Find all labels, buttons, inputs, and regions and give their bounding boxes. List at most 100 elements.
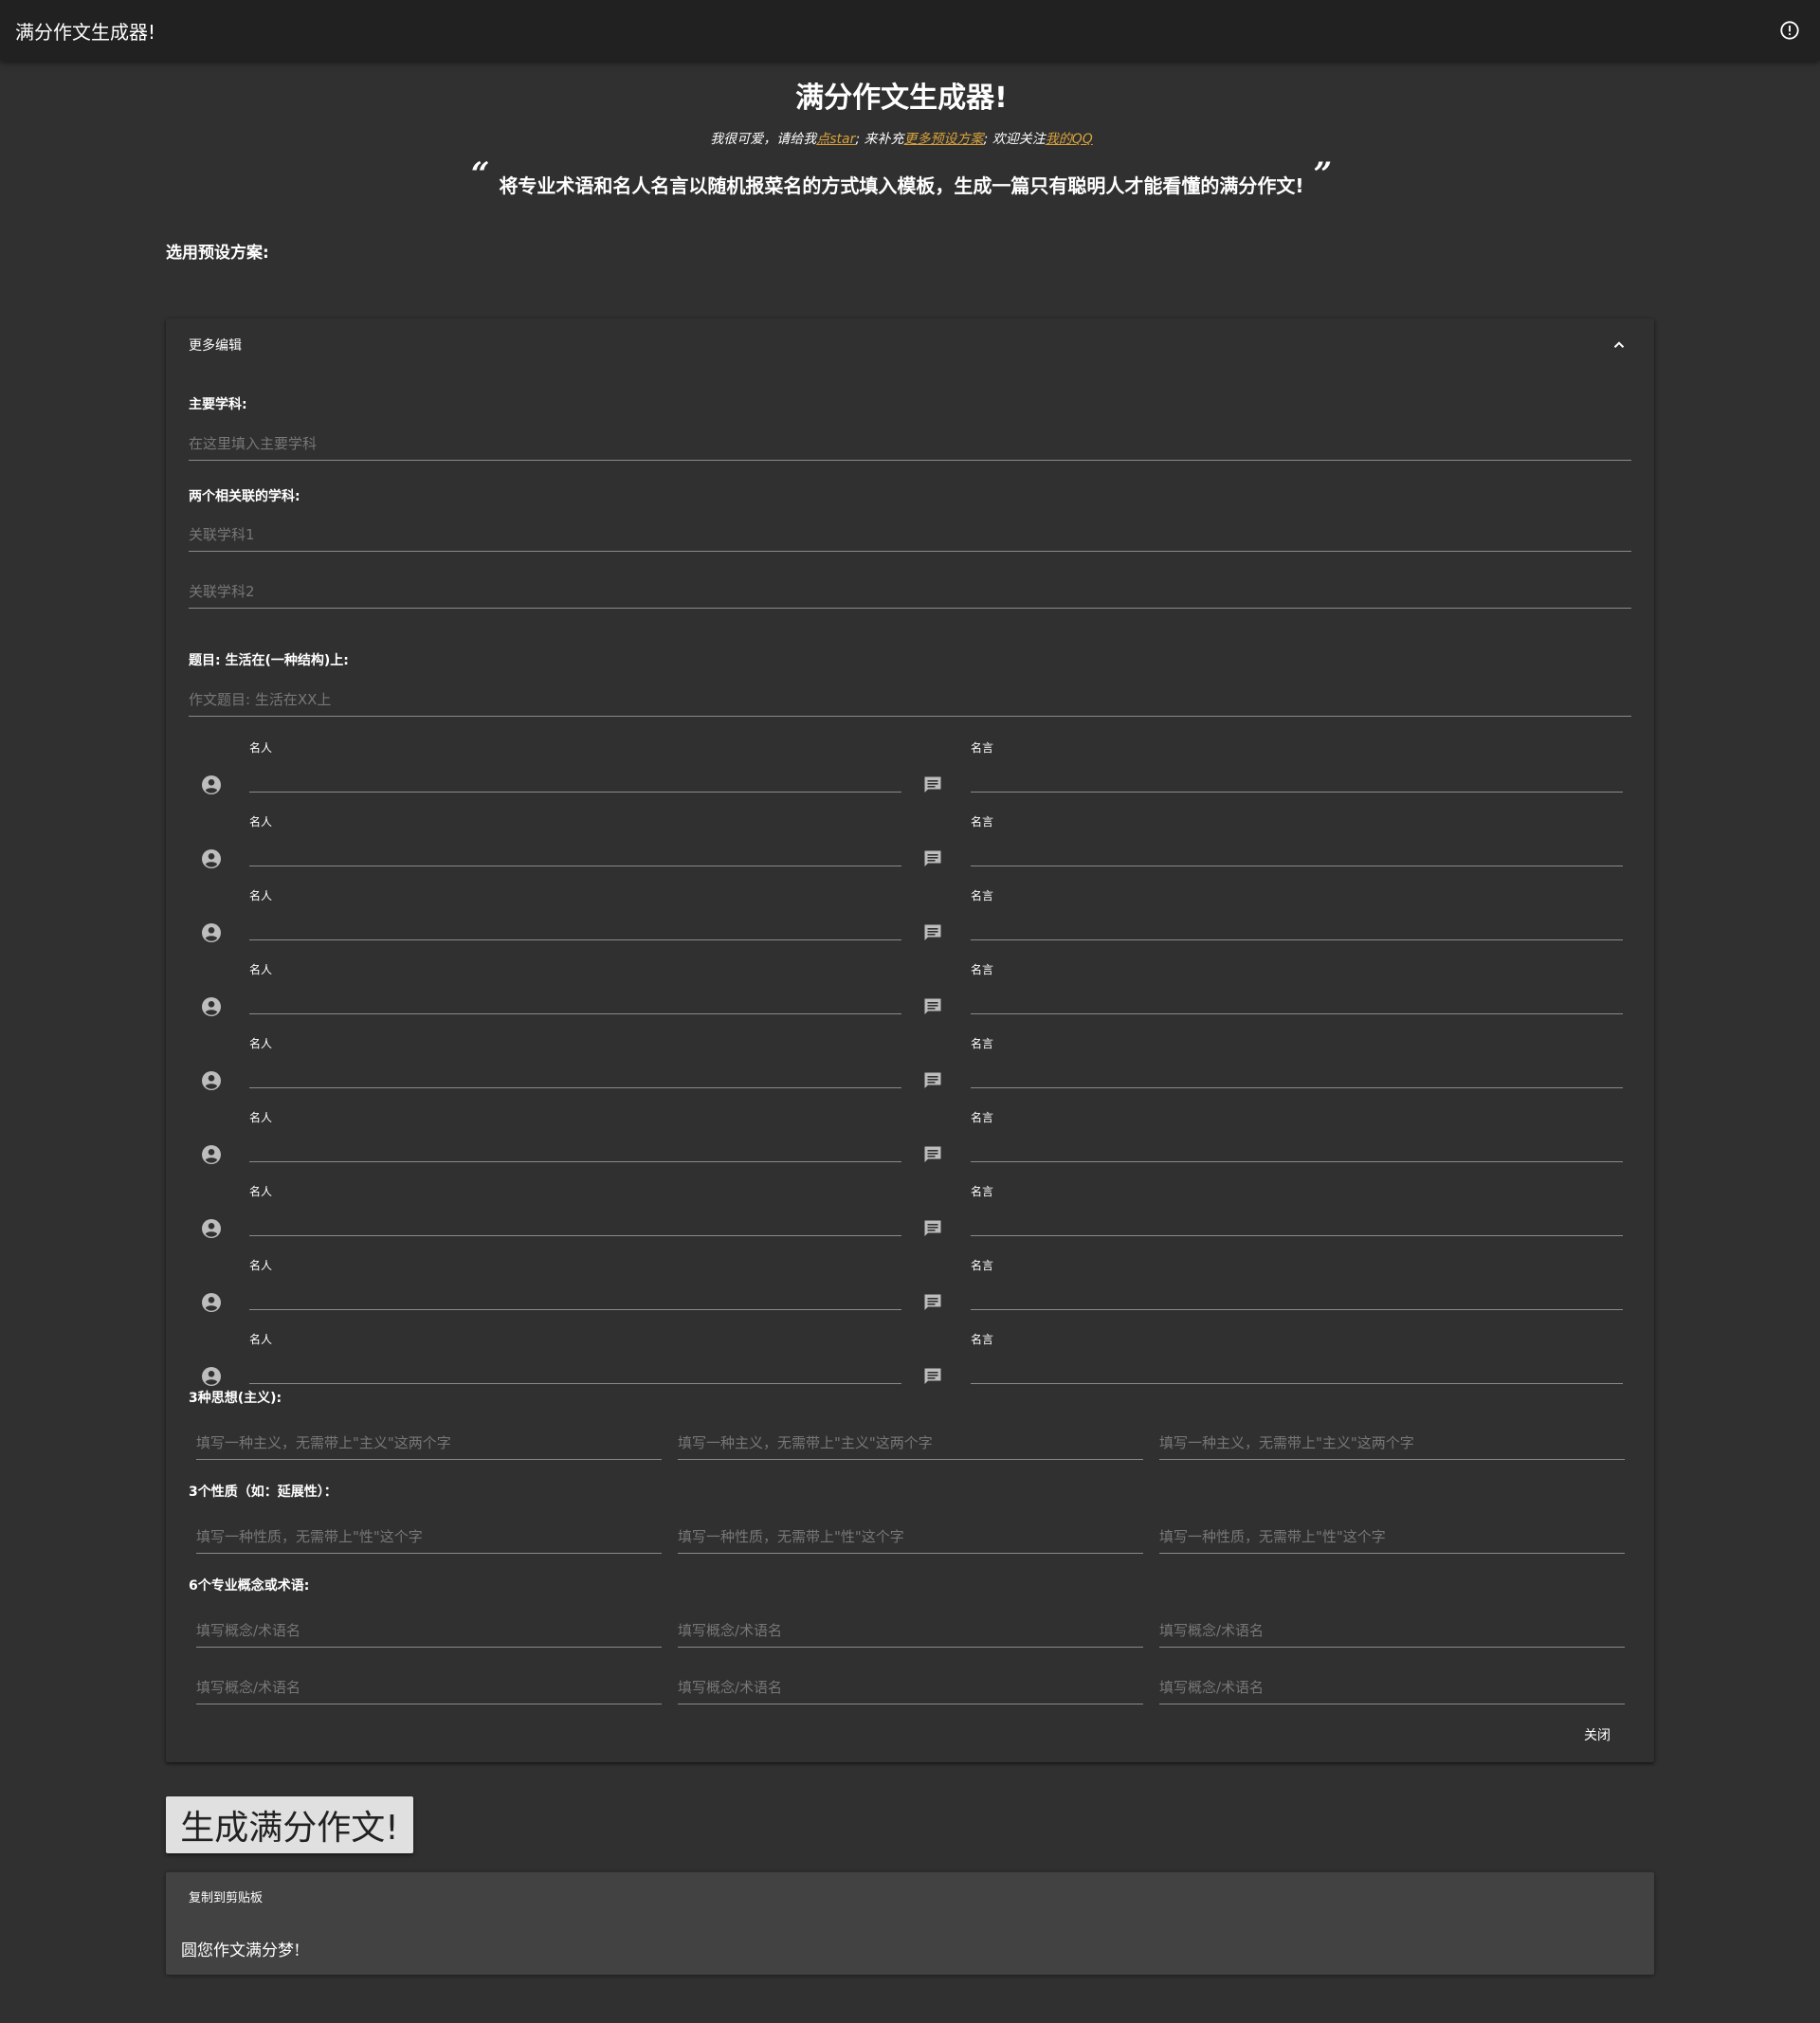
person-input[interactable]: 名人 xyxy=(249,813,901,866)
copy-to-clipboard-button[interactable]: 复制到剪贴板 xyxy=(189,1887,263,1905)
quote-input[interactable]: 名言 xyxy=(971,1257,1623,1310)
concept-input-3[interactable]: 填写概念/术语名 xyxy=(1159,1610,1625,1648)
nature-placeholder: 填写一种性质，无需带上"性"这个字 xyxy=(678,1528,904,1545)
concept-placeholder: 填写概念/术语名 xyxy=(1159,1622,1265,1639)
quote-field-label: 名言 xyxy=(971,741,994,755)
quote-field-label: 名言 xyxy=(971,1037,994,1050)
more-edit-panel: 更多编辑 主要学科: 在这里填入主要学科 两个相关联的学科: 关联学科1 关联学… xyxy=(166,319,1654,1762)
person-quote-row: 名人 名言 xyxy=(189,1257,1629,1331)
person-field-label: 名人 xyxy=(249,1259,273,1272)
person-input[interactable]: 名人 xyxy=(249,739,901,793)
info-button[interactable] xyxy=(1778,19,1801,42)
ideology-placeholder: 填写一种主义，无需带上"主义"这两个字 xyxy=(196,1434,451,1451)
person-icon xyxy=(200,774,223,796)
tagline-text: 将专业术语和名人名言以随机报菜名的方式填入模板，生成一篇只有聪明人才能看懂的满分… xyxy=(499,174,1304,197)
quote-input[interactable]: 名言 xyxy=(971,1331,1623,1384)
more-presets-link[interactable]: 更多预设方案 xyxy=(904,132,984,147)
quote-icon xyxy=(921,921,944,944)
concept-placeholder: 填写概念/术语名 xyxy=(678,1622,783,1639)
person-quote-row: 名人 名言 xyxy=(189,1035,1629,1109)
person-field-label: 名人 xyxy=(249,1185,273,1198)
person-field-label: 名人 xyxy=(249,963,273,976)
person-input[interactable]: 名人 xyxy=(249,1183,901,1236)
quote-input[interactable]: 名言 xyxy=(971,1183,1623,1236)
quote-input[interactable]: 名言 xyxy=(971,739,1623,793)
quote-field-label: 名言 xyxy=(971,1185,994,1198)
quote-input[interactable]: 名言 xyxy=(971,887,1623,940)
person-quote-row: 名人 名言 xyxy=(189,887,1629,961)
person-field-label: 名人 xyxy=(249,1037,273,1050)
quote-input[interactable]: 名言 xyxy=(971,813,1623,866)
nature-label: 3个性质（如：延展性）： xyxy=(189,1485,337,1500)
ideology-input-2[interactable]: 填写一种主义，无需带上"主义"这两个字 xyxy=(678,1422,1143,1460)
person-quote-row: 名人 名言 xyxy=(189,1183,1629,1257)
person-input[interactable]: 名人 xyxy=(249,1109,901,1162)
person-quote-row: 名人 名言 xyxy=(189,813,1629,887)
chevron-up-icon xyxy=(1613,341,1625,348)
concept-placeholder: 填写概念/术语名 xyxy=(678,1679,783,1696)
generate-button[interactable]: 生成满分作文! xyxy=(166,1796,413,1853)
person-input[interactable]: 名人 xyxy=(249,887,901,940)
subtitle-line: 我很可爱，请给我点star; 来补充更多预设方案; 欢迎关注我的QQ xyxy=(0,129,1803,148)
page-title: 满分作文生成器! xyxy=(795,82,1008,115)
concept-input-1[interactable]: 填写概念/术语名 xyxy=(196,1610,662,1648)
quote-input[interactable]: 名言 xyxy=(971,961,1623,1014)
panel-header-label: 更多编辑 xyxy=(189,338,242,354)
ideology-label: 3种思想(主义): xyxy=(189,1391,282,1406)
person-input[interactable]: 名人 xyxy=(249,1035,901,1088)
related-1-placeholder: 关联学科1 xyxy=(189,526,255,543)
person-quote-row: 名人 名言 xyxy=(189,1109,1629,1183)
person-icon xyxy=(200,921,223,944)
ideology-input-1[interactable]: 填写一种主义，无需带上"主义"这两个字 xyxy=(196,1422,662,1460)
star-link[interactable]: 点star xyxy=(816,132,855,147)
concept-label: 6个专业概念或术语: xyxy=(189,1578,310,1594)
nature-placeholder: 填写一种性质，无需带上"性"这个字 xyxy=(1159,1528,1386,1545)
quote-input[interactable]: 名言 xyxy=(971,1035,1623,1088)
person-input[interactable]: 名人 xyxy=(249,1257,901,1310)
quote-field-label: 名言 xyxy=(971,889,994,902)
person-icon xyxy=(200,1291,223,1314)
ideology-placeholder: 填写一种主义，无需带上"主义"这两个字 xyxy=(678,1434,933,1451)
subject-label: 主要学科: xyxy=(189,397,247,412)
qq-link[interactable]: 我的QQ xyxy=(1046,132,1093,147)
person-field-label: 名人 xyxy=(249,889,273,902)
related-label: 两个相关联的学科: xyxy=(189,489,300,504)
nature-input-1[interactable]: 填写一种性质，无需带上"性"这个字 xyxy=(196,1516,662,1554)
subtitle-text-3: ; 欢迎关注 xyxy=(983,132,1046,147)
subtitle-text-1: 我很可爱，请给我 xyxy=(710,132,817,147)
output-card: 复制到剪贴板 圆您作文满分梦! xyxy=(166,1872,1654,1975)
quote-field-label: 名言 xyxy=(971,1333,994,1346)
person-field-label: 名人 xyxy=(249,741,273,755)
ideology-input-3[interactable]: 填写一种主义，无需带上"主义"这两个字 xyxy=(1159,1422,1625,1460)
concept-input-2[interactable]: 填写概念/术语名 xyxy=(678,1610,1143,1648)
ideology-placeholder: 填写一种主义，无需带上"主义"这两个字 xyxy=(1159,1434,1414,1451)
panel-header[interactable]: 更多编辑 xyxy=(166,319,1654,372)
concept-input-6[interactable]: 填写概念/术语名 xyxy=(1159,1667,1625,1704)
person-icon xyxy=(200,1069,223,1092)
concept-input-5[interactable]: 填写概念/术语名 xyxy=(678,1667,1143,1704)
subject-input[interactable]: 在这里填入主要学科 xyxy=(189,423,1631,461)
person-input[interactable]: 名人 xyxy=(249,1331,901,1384)
person-icon xyxy=(200,1143,223,1166)
quote-field-label: 名言 xyxy=(971,1111,994,1124)
quote-open-mark: “ xyxy=(470,155,490,193)
quote-icon xyxy=(921,1291,944,1314)
nature-placeholder: 填写一种性质，无需带上"性"这个字 xyxy=(196,1528,423,1545)
related-input-1[interactable]: 关联学科1 xyxy=(189,514,1631,552)
person-icon xyxy=(200,1365,223,1388)
topic-input[interactable]: 作文题目: 生活在XX上 xyxy=(189,679,1631,717)
nature-input-2[interactable]: 填写一种性质，无需带上"性"这个字 xyxy=(678,1516,1143,1554)
person-quote-row: 名人 名言 xyxy=(189,1331,1629,1405)
concept-input-4[interactable]: 填写概念/术语名 xyxy=(196,1667,662,1704)
close-button[interactable]: 关闭 xyxy=(1576,1722,1618,1748)
quote-field-label: 名言 xyxy=(971,1259,994,1272)
person-quote-row: 名人 名言 xyxy=(189,739,1629,813)
person-field-label: 名人 xyxy=(249,815,273,829)
person-input[interactable]: 名人 xyxy=(249,961,901,1014)
app-bar: 满分作文生成器! xyxy=(0,0,1820,61)
quote-input[interactable]: 名言 xyxy=(971,1109,1623,1162)
nature-input-3[interactable]: 填写一种性质，无需带上"性"这个字 xyxy=(1159,1516,1625,1554)
quote-icon xyxy=(921,1143,944,1166)
related-2-placeholder: 关联学科2 xyxy=(189,583,255,600)
related-input-2[interactable]: 关联学科2 xyxy=(189,571,1631,609)
